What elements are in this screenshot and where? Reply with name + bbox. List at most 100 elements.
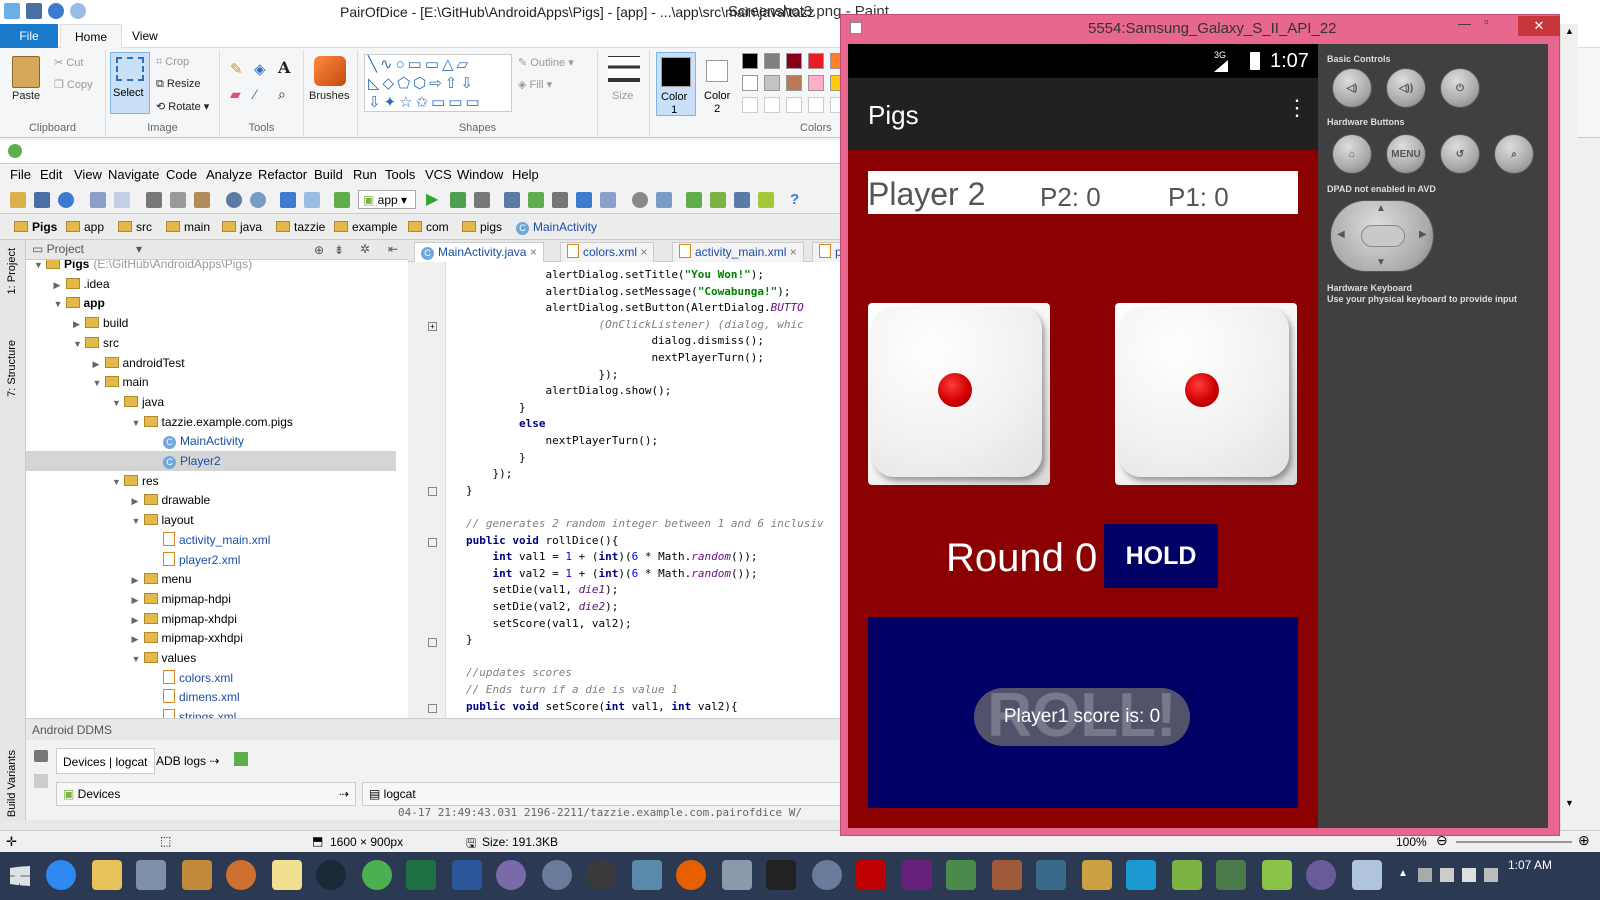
tree-item[interactable]: ▶ .idea [26,274,396,294]
vcs-compare-icon[interactable] [552,192,568,208]
cut-button[interactable]: ✂ Cut [54,56,83,69]
dpad-up-icon[interactable]: ▲ [1376,203,1386,214]
close-icon[interactable]: ✕ [1518,16,1560,36]
zoom-in-icon[interactable]: ⊕ [1578,832,1590,849]
tree-item[interactable]: dimens.xml [26,687,396,707]
calculator-icon[interactable] [136,860,166,890]
fold-icon[interactable]: + [428,322,437,331]
tray-expand-icon[interactable]: ▲ [1398,868,1408,879]
vcs-commit-icon[interactable] [528,192,544,208]
tree-item[interactable]: ▶ mipmap-xxhdpi [26,628,396,648]
breadcrumb-item[interactable]: pigs [462,220,502,234]
tree-item[interactable]: C MainActivity [26,431,396,451]
dpad[interactable]: ▲ ▼ ◀ ▶ [1330,200,1434,272]
breadcrumb-item[interactable]: Pigs [14,220,57,234]
dpad-center[interactable] [1361,225,1405,247]
tree-item[interactable]: colors.xml [26,668,396,688]
app-icon[interactable] [1036,860,1066,890]
brush-icon[interactable] [314,56,346,86]
restore-layout-icon[interactable] [234,752,248,766]
magnifier-icon[interactable]: ⌕ [278,86,286,103]
expand-arrow-icon[interactable]: ▶ [73,314,85,334]
redo-icon[interactable] [70,3,86,19]
vcs-history-icon[interactable] [576,192,592,208]
run-config-select[interactable]: ▣ app ▾ [358,190,416,209]
paste-button[interactable]: Paste [12,90,40,102]
menu-analyze[interactable]: Analyze [206,167,252,182]
app-icon[interactable] [992,860,1022,890]
size-button[interactable]: Size [612,90,633,102]
menu-run[interactable]: Run [353,167,377,182]
android-icon[interactable] [758,192,774,208]
tree-item[interactable]: ▶ build [26,313,396,333]
tab-file[interactable]: File [0,24,58,48]
copy-button[interactable]: ❐ Copy [54,78,93,91]
back-icon[interactable] [280,192,296,208]
device-monitor-icon[interactable] [734,192,750,208]
make-icon[interactable] [334,192,350,208]
resize-button[interactable]: ⧉ Resize [156,78,201,91]
expand-arrow-icon[interactable]: ▼ [73,334,85,354]
app-icon[interactable] [812,860,842,890]
menu-window[interactable]: Window [457,167,503,182]
app-icon[interactable] [496,860,526,890]
tree-item[interactable]: ▶ mipmap-hdpi [26,589,396,609]
volume-down-icon[interactable]: ◁) [1332,68,1372,108]
tray-app-icon[interactable] [1418,868,1432,882]
forward-icon[interactable] [304,192,320,208]
home-icon[interactable]: ⌂ [1332,134,1372,174]
expand-arrow-icon[interactable]: ▼ [54,294,66,314]
project-view-select[interactable]: ▭ Project ▾ [32,242,142,258]
breadcrumb-item[interactable]: app [66,220,104,234]
undo-icon[interactable] [90,192,106,208]
fold-icon[interactable] [428,704,437,713]
editor-tab[interactable]: colors.xml × [560,242,655,262]
color1-button[interactable]: Color 1 [656,52,696,116]
close-tab-icon[interactable]: × [526,245,537,259]
expand-arrow-icon[interactable]: ▶ [132,610,144,630]
attach-debugger-icon[interactable] [474,192,490,208]
tree-item[interactable]: ▶ menu [26,569,396,589]
app-icon[interactable] [182,860,212,890]
tab-home[interactable]: Home [60,24,123,48]
stop-icon[interactable] [34,774,48,788]
tree-item[interactable]: ▼ app [26,293,396,313]
zoom-slider[interactable] [1456,841,1572,843]
replace-icon[interactable] [250,192,266,208]
cut-icon[interactable] [146,192,162,208]
palette-swatch[interactable] [742,75,758,91]
close-tab-icon[interactable]: × [786,245,797,259]
tree-item[interactable]: player2.xml [26,550,396,570]
tree-item[interactable]: ▼ main [26,372,396,392]
open-icon[interactable] [10,192,26,208]
editor-tab[interactable]: activity_main.xml × [672,242,804,262]
volume-up-icon[interactable]: ◁)) [1386,68,1426,108]
palette-swatch[interactable] [808,53,824,69]
hold-button[interactable]: HOLD [1104,524,1218,588]
pencil-icon[interactable]: ✎ [230,60,243,78]
paste-icon[interactable] [12,56,40,88]
save-all-icon[interactable] [34,192,50,208]
app-icon[interactable] [632,860,662,890]
paste-icon[interactable] [194,192,210,208]
menu-navigate[interactable]: Navigate [108,167,159,182]
save-icon[interactable] [26,3,42,19]
breadcrumb-item[interactable]: C MainActivity [516,220,597,235]
fold-icon[interactable] [428,487,437,496]
expand-arrow-icon[interactable]: ▶ [132,491,144,511]
editor-tab[interactable]: C MainActivity.java × [414,242,544,262]
palette-swatch[interactable] [764,75,780,91]
tree-item[interactable]: ▼ src [26,333,396,353]
color-picker-icon[interactable]: ⁄ [254,86,256,102]
app-icon[interactable] [542,860,572,890]
breadcrumb-item[interactable]: src [118,220,152,234]
scroll-from-source-icon[interactable]: ⊕ [314,243,324,257]
select-button[interactable]: Select [110,52,150,114]
collapse-all-icon[interactable]: ⇟ [334,243,344,257]
expand-arrow-icon[interactable]: ▼ [132,511,144,531]
firefox-icon[interactable] [676,860,706,890]
palette-swatch[interactable] [764,53,780,69]
tree-item[interactable]: ▼ layout [26,510,396,530]
project-structure-icon[interactable] [656,192,672,208]
scroll-down-icon[interactable]: ▼ [1565,798,1574,808]
